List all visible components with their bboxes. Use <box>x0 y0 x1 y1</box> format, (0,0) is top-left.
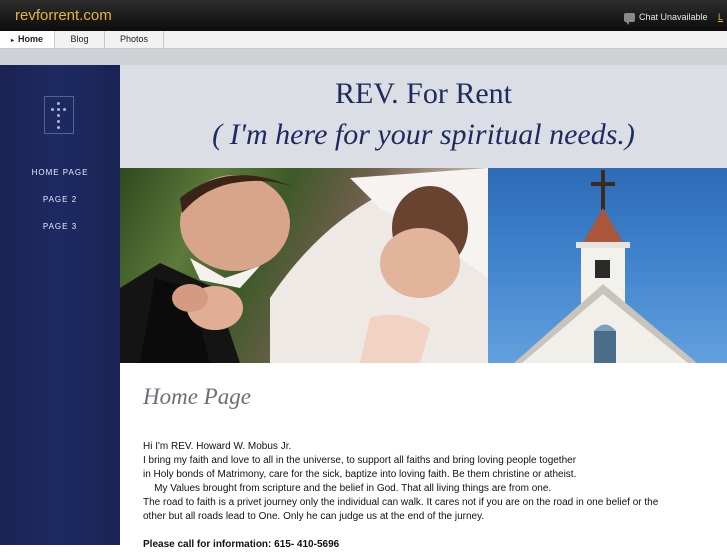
sidebar: HOME PAGE PAGE 2 PAGE 3 <box>0 65 120 545</box>
content-line: Hi I'm REV. Howard W. Mobus Jr. <box>143 441 292 452</box>
top-right-link[interactable]: L <box>718 12 723 22</box>
content-line: I bring my faith and love to all in the … <box>143 455 577 466</box>
chat-bubble-icon <box>624 12 635 25</box>
content-line: The road to faith is a privet journey on… <box>143 497 659 508</box>
top-bar: revforrent.com Chat Unavailable L <box>0 0 727 31</box>
cross-logo-icon <box>44 96 74 134</box>
content-line: My Values brought from scripture and the… <box>143 483 552 494</box>
sidebar-item-home-page[interactable]: HOME PAGE <box>0 168 120 177</box>
tab-blog-label: Blog <box>70 34 89 44</box>
chat-status-label: Chat Unavailable <box>639 12 708 22</box>
tab-home[interactable]: ▸ Home <box>0 31 55 48</box>
tab-home-label: Home <box>18 34 44 44</box>
wedding-couple-illustration <box>120 168 488 363</box>
header-banner: REV. For Rent ( I'm here for your spirit… <box>120 65 727 168</box>
tab-blog[interactable]: Blog <box>55 31 105 48</box>
tab-photos[interactable]: Photos <box>105 31 164 48</box>
tab-bar: ▸ Home Blog Photos <box>0 31 727 49</box>
tab-photos-label: Photos <box>119 34 149 44</box>
tab-arrow-icon: ▸ <box>10 38 14 44</box>
grey-divider-strip <box>0 49 727 65</box>
wedding-couple-photo <box>120 168 488 363</box>
church-steeple-illustration <box>514 170 697 363</box>
banner-title: REV. For Rent <box>335 77 512 110</box>
banner-subtitle: ( I'm here for your spiritual needs.) <box>212 118 635 151</box>
content-line: in Holy bonds of Matrimony, care for the… <box>143 469 577 480</box>
page-title: Home Page <box>143 384 251 409</box>
site-title-link[interactable]: revforrent.com <box>15 7 112 24</box>
church-steeple-photo <box>488 168 727 363</box>
sidebar-item-page-2[interactable]: PAGE 2 <box>0 195 120 204</box>
contact-info: Please call for information: 615- 410-56… <box>143 539 340 550</box>
chat-status[interactable]: Chat Unavailable <box>624 12 708 25</box>
sidebar-item-page-3[interactable]: PAGE 3 <box>0 222 120 231</box>
main-content: Home Page Hi I'm REV. Howard W. Mobus Jr… <box>120 363 727 550</box>
content-line: other but all roads lead to One. Only he… <box>143 511 485 522</box>
